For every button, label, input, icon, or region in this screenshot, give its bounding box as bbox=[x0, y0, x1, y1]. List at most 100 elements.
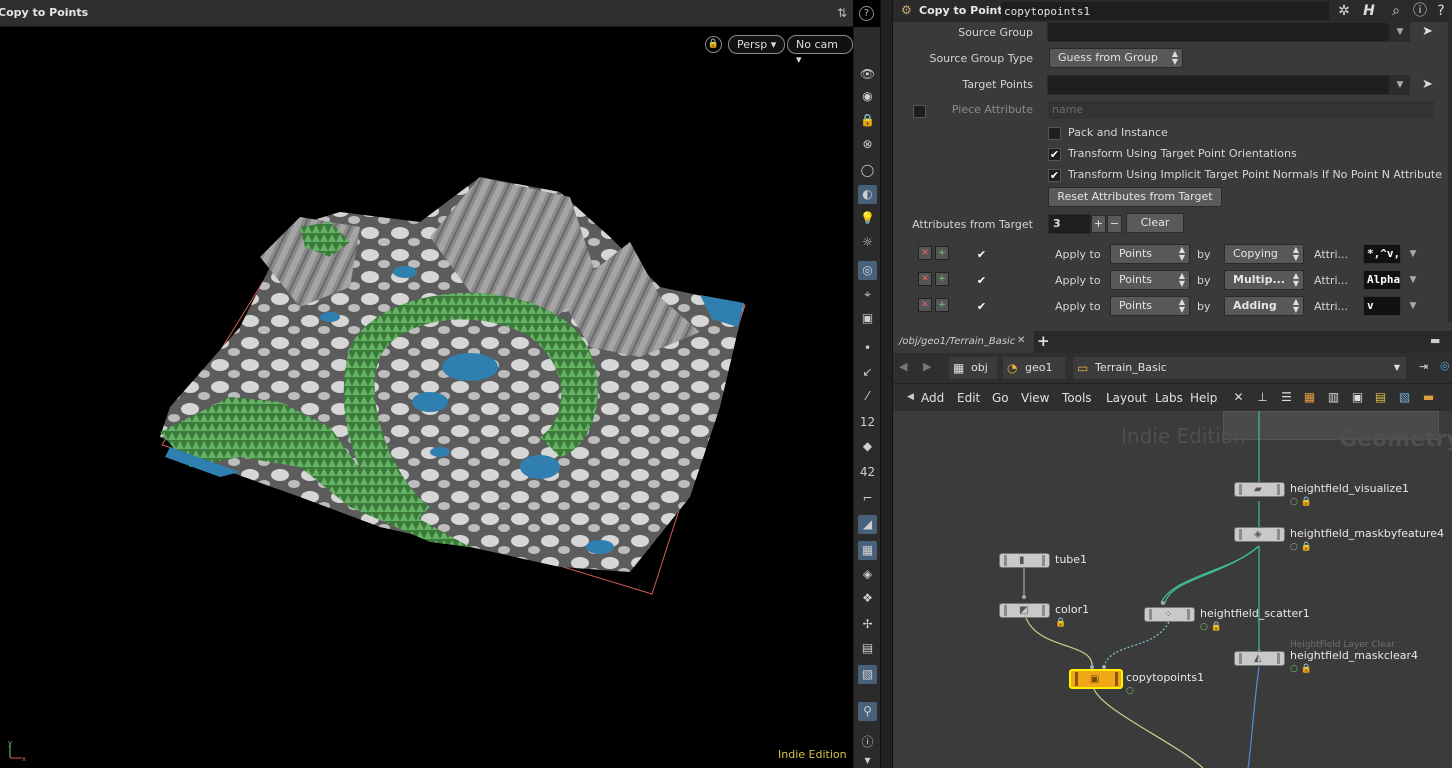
pack-and-instance-checkbox[interactable] bbox=[1048, 127, 1061, 140]
visibility-icon[interactable]: ⌖ bbox=[858, 285, 877, 304]
help-h-icon[interactable]: H bbox=[1360, 2, 1378, 20]
uv-icon[interactable]: ▦ bbox=[858, 541, 877, 560]
background-icon[interactable]: ▧ bbox=[858, 665, 877, 684]
camera-menu[interactable]: No cam ▾ bbox=[787, 35, 853, 66]
source-group-select-icon[interactable]: ➤ bbox=[1422, 24, 1433, 39]
path-segment-geo1[interactable]: ◔ geo1 bbox=[1003, 357, 1065, 379]
attribute-dropdown-icon[interactable]: ▼ bbox=[1403, 270, 1423, 290]
remove-row-icon[interactable]: ✕ bbox=[918, 272, 932, 286]
row-enable-checkbox[interactable]: ✔ bbox=[975, 300, 988, 313]
path-segment-terrain[interactable]: ▭ Terrain_Basic ▼ bbox=[1073, 357, 1406, 379]
brush-icon[interactable]: ⁄ bbox=[858, 387, 877, 406]
back-arrow-icon[interactable]: ◀ bbox=[899, 360, 907, 373]
attributes-count-field[interactable]: 3 bbox=[1048, 214, 1091, 234]
tree-icon[interactable]: ⊥ bbox=[1254, 389, 1271, 406]
transform-orient-checkbox[interactable]: ✔ bbox=[1048, 148, 1061, 161]
list-icon[interactable]: ☰ bbox=[1278, 389, 1295, 406]
node-name-field[interactable] bbox=[1001, 2, 1329, 20]
eye-icon[interactable]: 👁 bbox=[858, 65, 877, 84]
link-icon[interactable]: ◎ bbox=[1440, 359, 1450, 372]
transform-normals-checkbox[interactable]: ✔ bbox=[1048, 169, 1061, 182]
help-icon[interactable]: ? bbox=[1432, 2, 1450, 20]
camera-view-menu[interactable]: Persp ▾ bbox=[728, 35, 786, 54]
row-enable-checkbox[interactable]: ✔ bbox=[975, 248, 988, 261]
reset-attributes-button[interactable]: Reset Attributes from Target bbox=[1048, 187, 1222, 207]
attribute-field[interactable]: v bbox=[1363, 296, 1401, 316]
scene-viewport[interactable]: Copy to Points ⇅ ? 🔒 Persp ▾ No cam ▾ y … bbox=[0, 0, 874, 768]
template-icon[interactable]: ◈ bbox=[858, 565, 877, 584]
attribute-dropdown-icon[interactable]: ▼ bbox=[1403, 296, 1423, 316]
network-tab[interactable]: /obj/geo1/Terrain_Basic bbox=[893, 331, 1034, 353]
source-group-field[interactable] bbox=[1047, 22, 1390, 42]
path-segment-obj[interactable]: ▦ obj bbox=[949, 357, 997, 379]
node-heightfield-scatter1[interactable]: ⁘ bbox=[1144, 607, 1195, 622]
attribute-dropdown-icon[interactable]: ▼ bbox=[1403, 244, 1423, 264]
forward-arrow-icon[interactable]: ▶ bbox=[923, 360, 931, 373]
fan-icon[interactable]: ✢ bbox=[858, 615, 877, 634]
lock-camera-icon[interactable]: 🔒 bbox=[705, 36, 722, 53]
background-image-icon[interactable]: ▧ bbox=[1396, 389, 1413, 406]
render-icon[interactable]: ▣ bbox=[858, 309, 877, 328]
sticky-note-icon[interactable]: ▤ bbox=[1372, 389, 1389, 406]
point-icon[interactable]: • bbox=[858, 339, 877, 358]
help-icon[interactable]: ? bbox=[859, 6, 874, 21]
method-menu[interactable]: Multip... ▲ ▼ bbox=[1224, 270, 1304, 290]
apply-to-menu[interactable]: Points ▲ ▼ bbox=[1110, 270, 1190, 290]
add-attribute-button[interactable]: + bbox=[1091, 215, 1106, 233]
network-canvas[interactable]: Indie Edition Geometry ▰ heightfield_vis… bbox=[893, 411, 1452, 768]
palette-icon[interactable]: ▦ bbox=[1301, 389, 1318, 406]
node-tube1[interactable]: ▮ bbox=[999, 553, 1050, 568]
pin-pane-icon[interactable]: ⇥ bbox=[1419, 360, 1428, 373]
menu-add[interactable]: Add bbox=[921, 391, 944, 405]
apply-to-menu[interactable]: Points ▲ ▼ bbox=[1110, 296, 1190, 316]
info-icon[interactable]: ⓘ bbox=[858, 733, 877, 752]
snap-icon[interactable]: ⊗ bbox=[858, 135, 877, 154]
node-heightfield-maskclear4[interactable]: ◭ bbox=[1234, 651, 1285, 666]
menu-go[interactable]: Go bbox=[992, 391, 1009, 405]
point-number-icon[interactable]: 12 bbox=[858, 413, 877, 432]
pin-icon[interactable]: ⚲ bbox=[858, 702, 877, 721]
network-box-icon[interactable]: ▬ bbox=[1420, 389, 1437, 406]
parameter-scrollbar[interactable] bbox=[1448, 22, 1452, 322]
row-enable-checkbox[interactable]: ✔ bbox=[975, 274, 988, 287]
display-options-icon[interactable]: ⇅ bbox=[834, 5, 850, 21]
shading-icon[interactable]: ◯ bbox=[858, 161, 877, 180]
remove-row-icon[interactable]: ✕ bbox=[918, 298, 932, 312]
menu-help[interactable]: Help bbox=[1190, 391, 1217, 405]
node-heightfield-visualize1[interactable]: ▰ bbox=[1234, 482, 1285, 497]
network-editor[interactable]: /obj/geo1/Terrain_Basic ✕ + ▬ ◀ ▶ ▦ obj ◔… bbox=[893, 331, 1452, 768]
attribute-field[interactable]: Alpha bbox=[1363, 270, 1401, 290]
method-menu[interactable]: Copying ▲ ▼ bbox=[1224, 244, 1304, 264]
grid-icon[interactable]: ▤ bbox=[858, 639, 877, 658]
method-menu[interactable]: Adding ▲ ▼ bbox=[1224, 296, 1304, 316]
lock-icon[interactable]: 🔒 bbox=[858, 111, 877, 130]
group-icon[interactable]: ❖ bbox=[858, 589, 877, 608]
add-tab-icon[interactable]: + bbox=[1037, 332, 1050, 350]
insert-row-icon[interactable]: + bbox=[935, 272, 949, 286]
remove-attribute-button[interactable]: − bbox=[1107, 215, 1122, 233]
remove-row-icon[interactable]: ✕ bbox=[918, 246, 932, 260]
light-icon[interactable]: ◐ bbox=[858, 185, 877, 204]
wrench-icon[interactable]: ✕ bbox=[1230, 389, 1247, 406]
wire-icon[interactable]: ◢ bbox=[858, 515, 877, 534]
camera-icon[interactable]: ◎ bbox=[858, 261, 877, 280]
corner-icon[interactable]: ⌐ bbox=[858, 489, 877, 508]
target-points-dropdown-icon[interactable]: ▼ bbox=[1390, 75, 1410, 95]
strip-scroll-down-icon[interactable]: ▾ bbox=[858, 751, 877, 768]
search-icon[interactable]: ⌕ bbox=[1387, 2, 1405, 20]
menu-view[interactable]: View bbox=[1021, 391, 1049, 405]
node-heightfield-maskbyfeature4[interactable]: ◈ bbox=[1234, 527, 1285, 542]
collapse-menu-icon[interactable]: ◀ bbox=[907, 392, 914, 402]
node-color1[interactable]: ◩ bbox=[999, 603, 1050, 618]
close-tab-icon[interactable]: ✕ bbox=[1017, 335, 1025, 346]
vertex-number-icon[interactable]: 42 bbox=[858, 463, 877, 482]
node-copytopoints1[interactable]: ▣ bbox=[1069, 669, 1123, 689]
menu-tools[interactable]: Tools bbox=[1062, 391, 1092, 405]
apply-to-menu[interactable]: Points ▲ ▼ bbox=[1110, 244, 1190, 264]
target-points-select-icon[interactable]: ➤ bbox=[1422, 77, 1433, 92]
menu-labs[interactable]: Labs bbox=[1155, 391, 1183, 405]
insert-row-icon[interactable]: + bbox=[935, 246, 949, 260]
pane-menu-icon[interactable]: ▬ bbox=[1430, 334, 1440, 347]
headlight-icon[interactable]: ☼ bbox=[858, 233, 877, 252]
attribute-field[interactable]: *,^v, bbox=[1363, 244, 1401, 264]
